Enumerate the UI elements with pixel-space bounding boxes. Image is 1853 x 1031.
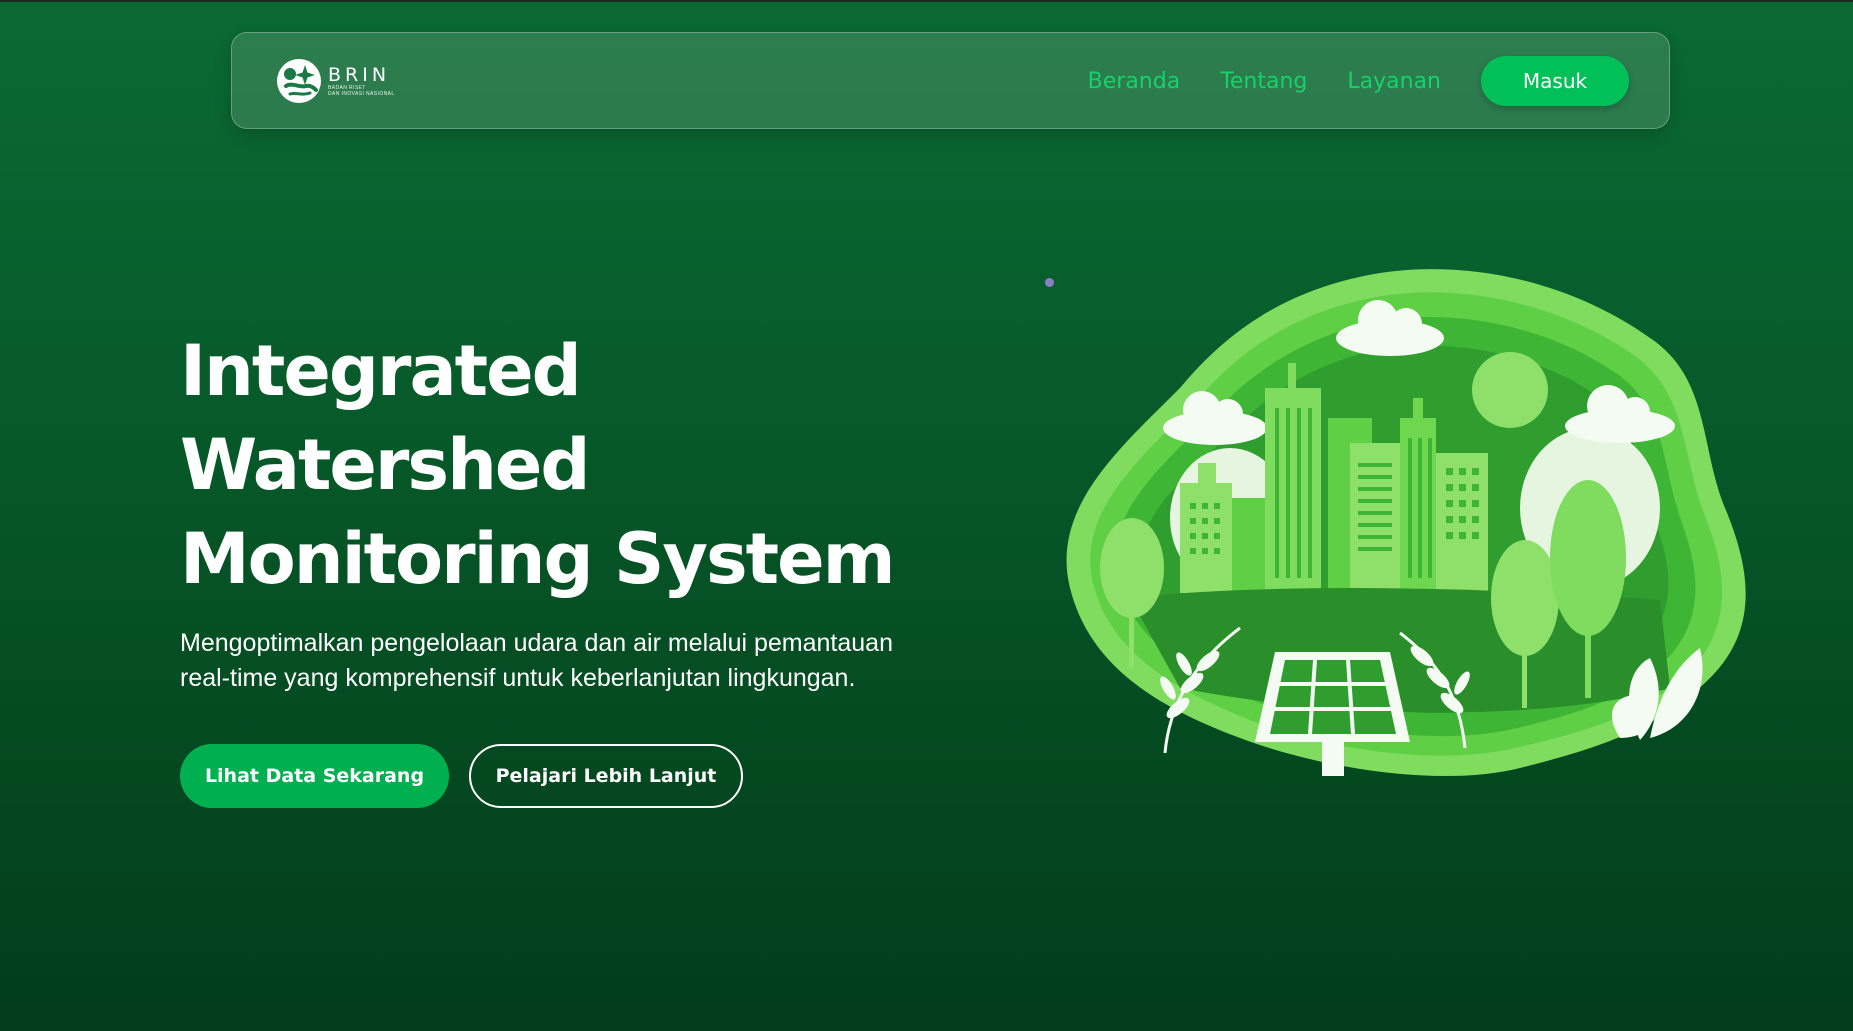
nav-links: Beranda Tentang Layanan Masuk: [1088, 56, 1629, 106]
sun-icon: [1472, 352, 1548, 428]
hero-title-line1: Integrated: [180, 330, 582, 412]
green-city-illustration: [1066, 269, 1746, 777]
window-top-edge: [0, 0, 1853, 2]
nav-link-layanan[interactable]: Layanan: [1347, 69, 1441, 94]
brin-logo[interactable]: BRIN BADAN RISET DAN INOVASI NASIONAL: [276, 58, 395, 104]
hero-subtitle-line1: Mengoptimalkan pengelolaan udara dan air…: [180, 629, 893, 657]
hero-subtitle: Mengoptimalkan pengelolaan udara dan air…: [180, 626, 920, 696]
logo-subtitle-line2: DAN INOVASI NASIONAL: [328, 91, 395, 97]
logo-brand: BRIN: [328, 64, 391, 86]
brin-logo-icon: [277, 59, 321, 103]
hero-title-line3: Monitoring System: [180, 518, 896, 600]
nav-link-tentang[interactable]: Tentang: [1220, 69, 1307, 94]
decorative-dot: [1045, 278, 1054, 287]
hero-title-line2: Watershed: [180, 424, 590, 506]
learn-more-button[interactable]: Pelajari Lebih Lanjut: [469, 744, 743, 808]
hero-subtitle-line2: real-time yang komprehensif untuk keberl…: [180, 664, 856, 692]
hero-title: Integrated Watershed Monitoring System: [180, 324, 900, 606]
navbar: BRIN BADAN RISET DAN INOVASI NASIONAL Be…: [231, 32, 1670, 129]
nav-link-beranda[interactable]: Beranda: [1088, 69, 1181, 94]
view-data-button[interactable]: Lihat Data Sekarang: [180, 744, 449, 808]
login-button[interactable]: Masuk: [1481, 56, 1629, 106]
logo-text: BRIN BADAN RISET DAN INOVASI NASIONAL: [328, 65, 395, 97]
